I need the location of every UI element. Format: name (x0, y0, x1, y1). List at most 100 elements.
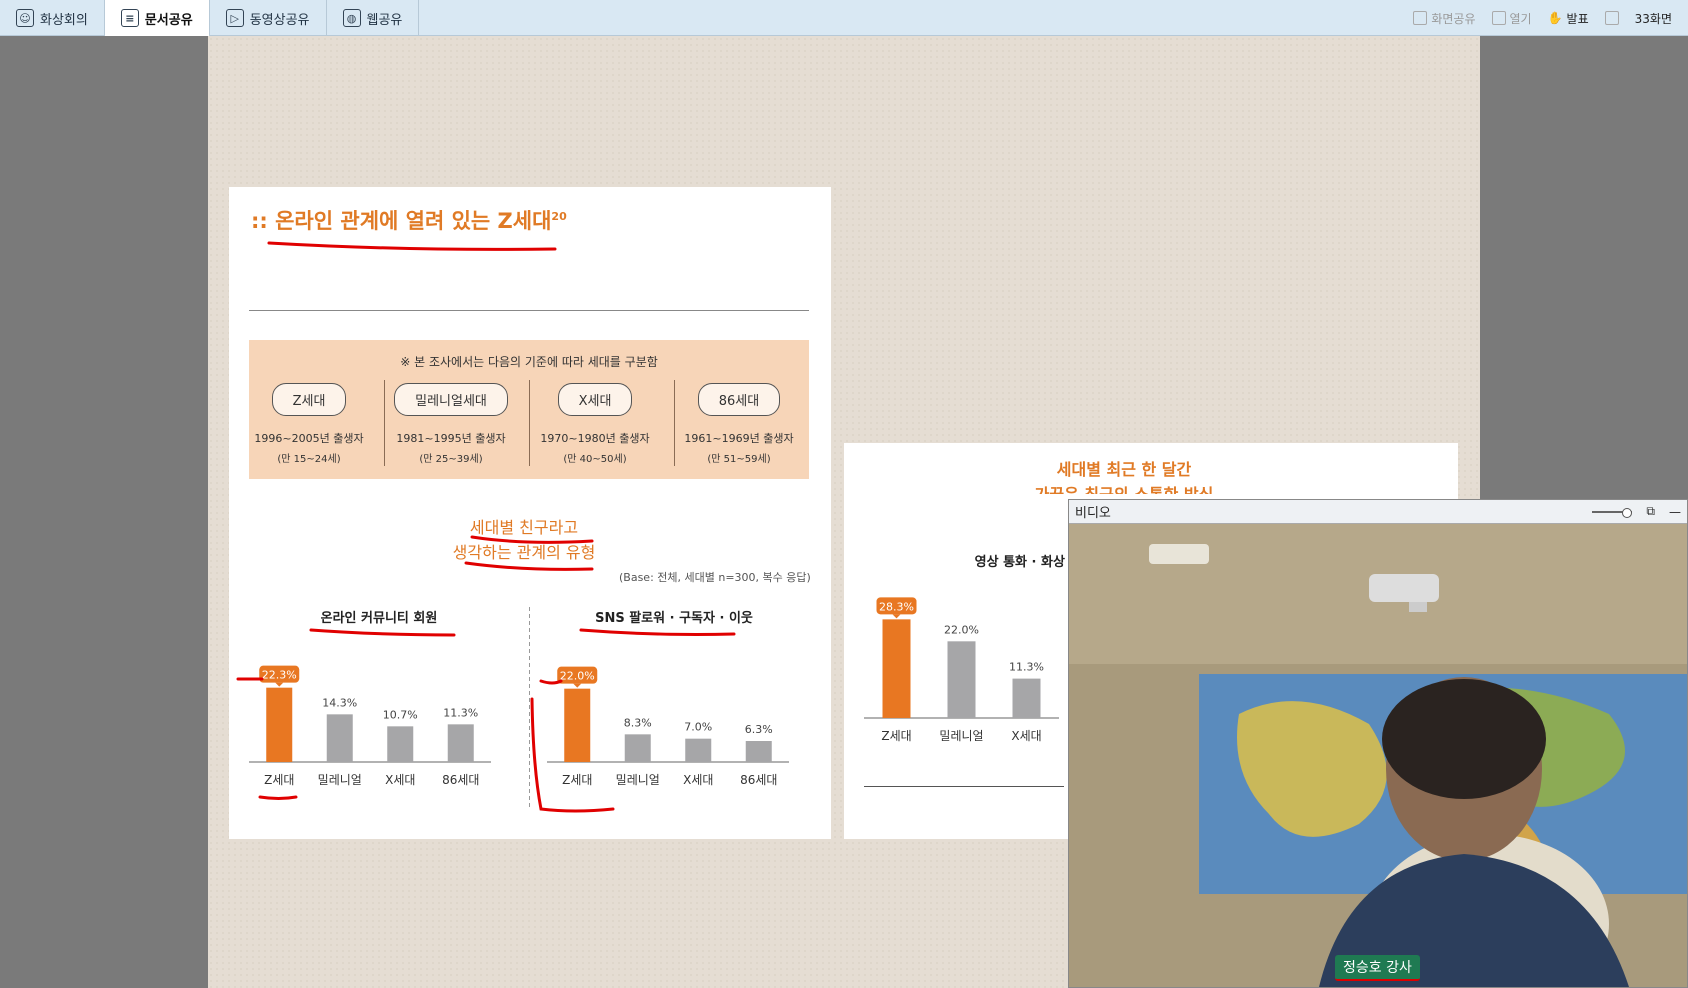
tab-label: 웹공유 (366, 12, 403, 28)
bar (745, 741, 772, 762)
layout-button[interactable] (1604, 11, 1619, 25)
generation-born: 1961~1969년 출생자 (684, 432, 794, 445)
generation-pill: 86세대 (697, 383, 781, 416)
toolbar-actions: 화면공유 열기 ✋ 발표 33화면 (1413, 0, 1688, 36)
hand-icon: ✋ (1547, 11, 1563, 25)
share-screen-label: 화면공유 (1431, 11, 1476, 26)
generation-born: 1981~1995년 출생자 (396, 432, 506, 445)
generation-born: 1996~2005년 출생자 (254, 432, 364, 445)
share-screen-button[interactable]: 화면공유 (1413, 10, 1476, 27)
value-label: 6.3% (745, 723, 773, 736)
generation-age: (만 51~59세) (707, 454, 771, 465)
generation-millennial: 밀레니얼세대 1981~1995년 출생자 (만 25~39세) (381, 383, 521, 465)
footnote-number: 20 (551, 210, 567, 223)
value-label-pointer (892, 614, 901, 619)
category-label: 86세대 (442, 773, 479, 787)
bar (624, 734, 651, 762)
open-label: 열기 (1509, 11, 1532, 26)
slide-page-1: :: 온라인 관계에 열려 있는 Z세대20 ※ 본 조사에서는 다음의 기준에… (229, 187, 831, 839)
chart-subtitle: 세대별 친구라고 생각하는 관계의 유형 (424, 515, 624, 565)
chart-subtitle-line1: 세대별 친구라고 (469, 518, 579, 537)
category-label: 밀레니얼 (939, 729, 983, 743)
generation-age: (만 25~39세) (419, 454, 483, 465)
generation-age: (만 15~24세) (277, 454, 341, 465)
restore-icon[interactable]: ⧉ (1646, 504, 1655, 519)
bar (564, 688, 591, 762)
video-window-controls: ⧉ — (1592, 504, 1681, 519)
play-icon: ▷ (225, 9, 244, 27)
tab-document-share[interactable]: ≡ 문서공유 (104, 0, 210, 36)
annotation-underline-title (267, 241, 557, 251)
panel-title-sns: SNS 팔로워 · 구독자 · 이웃 (595, 611, 753, 626)
bar (1012, 678, 1041, 718)
panel-divider (529, 607, 530, 807)
value-label: 10.7% (383, 708, 418, 721)
speaker-name-tag: 정승호 강사 (1335, 955, 1420, 981)
divider-line (864, 786, 1064, 787)
category-label: Z세대 (881, 729, 911, 743)
bar (326, 714, 353, 762)
category-label: 86세대 (740, 773, 777, 787)
category-label: X세대 (385, 773, 415, 787)
document-icon: ≡ (120, 9, 139, 27)
bar (947, 641, 976, 718)
category-label: X세대 (683, 773, 713, 787)
bar (685, 738, 712, 762)
webcam-feed: 정승호 강사 (1069, 524, 1687, 987)
value-label: 28.3% (879, 600, 914, 613)
generation-pill: X세대 (557, 383, 633, 416)
value-label: 8.3% (624, 716, 652, 729)
generation-age: (만 40~50세) (563, 454, 627, 465)
category-label: X세대 (1011, 729, 1041, 743)
open-button[interactable]: 열기 (1491, 10, 1532, 27)
present-label: 발표 (1566, 11, 1589, 26)
generation-criteria-box: ※ 본 조사에서는 다음의 기준에 따라 세대를 구분함 Z세대 1996~20… (249, 340, 809, 479)
video-window[interactable]: 비디오 ⧉ — 정승호 강사 (1068, 499, 1688, 988)
webcam-scene (1069, 524, 1687, 987)
value-label-pointer (573, 683, 582, 688)
bar (266, 687, 293, 762)
screens-label: 33화면 (1634, 11, 1672, 26)
category-label: Z세대 (562, 773, 592, 787)
value-label: 11.3% (443, 706, 478, 719)
tab-video-conference[interactable]: ☺ 화상회의 (0, 0, 105, 36)
generation-z: Z세대 1996~2005년 출생자 (만 15~24세) (239, 383, 379, 465)
slide2-title-line1: 세대별 최근 한 달간 (1056, 460, 1192, 479)
screens-indicator[interactable]: 33화면 (1635, 10, 1672, 27)
base-note: (Base: 전체, 세대별 n=300, 복수 응답) (619, 571, 811, 584)
page-title-text: :: 온라인 관계에 열려 있는 Z세대 (251, 209, 552, 233)
value-label: 7.0% (684, 721, 712, 734)
panel-title-online-community: 온라인 커뮤니티 회원 (320, 611, 438, 626)
tab-label: 문서공유 (144, 12, 193, 28)
generation-x: X세대 1970~1980년 출생자 (만 40~50세) (525, 383, 665, 465)
value-label: 22.0% (944, 623, 979, 636)
value-label: 22.3% (262, 669, 297, 682)
tab-video-share[interactable]: ▷ 동영상공유 (210, 0, 327, 36)
generation-pill: 밀레니얼세대 (394, 383, 508, 416)
tab-label: 화상회의 (40, 12, 88, 28)
category-label: Z세대 (264, 773, 294, 787)
slide2-title-line2: 가끔은 최근의 소통한 방식 (974, 482, 1274, 494)
chart-subtitle-line2: 생각하는 관계의 유형 (452, 543, 596, 562)
bar-chart-sns: 22.0% Z세대 8.3% 밀레니얼 7.0% X세대 6.3% 86세대 (547, 666, 789, 787)
tab-web-share[interactable]: ◍ 웹공유 (327, 0, 420, 36)
page-title: :: 온라인 관계에 열려 있는 Z세대20 (251, 205, 567, 235)
generation-pill: Z세대 (271, 383, 347, 416)
volume-slider[interactable] (1592, 507, 1633, 518)
bar-chart-online-community: 22.3% Z세대 14.3% 밀레니얼 10.7% X세대 11.3% 86세대 (249, 665, 491, 787)
minimize-icon[interactable]: — (1669, 505, 1681, 519)
bar (387, 726, 414, 762)
category-label: 밀레니얼 (616, 773, 660, 787)
folder-icon (1491, 11, 1506, 25)
category-label: 밀레니얼 (318, 773, 362, 787)
video-window-title: 비디오 (1075, 506, 1111, 521)
value-label: 11.3% (1009, 661, 1044, 674)
tab-label: 동영상공유 (249, 12, 310, 28)
video-window-header[interactable]: 비디오 ⧉ — (1069, 500, 1687, 524)
top-toolbar: ☺ 화상회의 ≡ 문서공유 ▷ 동영상공유 ◍ 웹공유 화면공유 열기 ✋ 발표… (0, 0, 1688, 36)
divider-line (249, 310, 809, 311)
value-label: 22.0% (560, 670, 595, 683)
present-button[interactable]: ✋ 발표 (1548, 10, 1589, 27)
criteria-note: ※ 본 조사에서는 다음의 기준에 따라 세대를 구분함 (400, 355, 658, 369)
value-label: 14.3% (322, 696, 357, 709)
